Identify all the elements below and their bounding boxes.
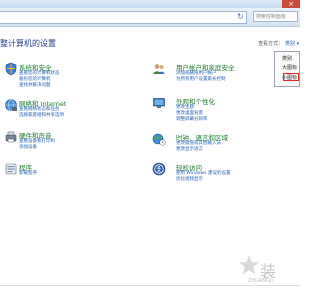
- watermark-star-icon: [239, 255, 259, 275]
- view-option-large-icons[interactable]: 大图标: [277, 64, 297, 73]
- selection-highlight-box: [283, 73, 299, 81]
- ease-of-access-icon: [152, 162, 166, 176]
- refresh-icon[interactable]: ↻: [236, 12, 245, 21]
- divider: [0, 285, 300, 286]
- category-link[interactable]: 添加设备: [19, 144, 37, 150]
- hardware-sound-icon: [5, 131, 17, 143]
- system-security-icon: [5, 62, 17, 76]
- network-internet-icon: [5, 99, 17, 111]
- appearance-icon: [153, 98, 165, 108]
- category-link[interactable]: 卸载程序: [19, 170, 37, 176]
- category-link[interactable]: 选择家庭组和共享选项: [19, 112, 64, 118]
- category-link[interactable]: 更改显示语言: [176, 146, 203, 152]
- view-by-dropdown[interactable]: 类别 ▾: [285, 40, 299, 47]
- clock-language-icon: [152, 133, 166, 146]
- search-input[interactable]: 搜索控制面板: [253, 11, 298, 22]
- category-link[interactable]: 为所有用户设置家长控制: [176, 76, 226, 82]
- view-by-label: 查看方式：: [258, 41, 284, 47]
- address-bar[interactable]: [0, 11, 247, 24]
- category-link[interactable]: 调整屏幕分辨率: [176, 116, 208, 122]
- view-option-category[interactable]: 类别: [277, 55, 297, 64]
- category-link[interactable]: 优化视频显示: [176, 176, 203, 182]
- page-title: 整计算机的设置: [0, 39, 56, 48]
- control-panel-window: × ↻ 搜索控制面板 整计算机的设置 查看方式： 类别 ▾ 类别 大图标 小图标…: [0, 0, 300, 300]
- view-by-menu: 类别 大图标 小图标: [274, 51, 300, 87]
- title-bar: [0, 0, 300, 8]
- user-accounts-icon: [153, 64, 165, 74]
- programs-icon: [5, 163, 17, 175]
- close-button[interactable]: ×: [282, 0, 300, 8]
- watermark-subtext: ZHUANGJI: [248, 278, 273, 284]
- category-link[interactable]: 查找并解决问题: [19, 82, 51, 88]
